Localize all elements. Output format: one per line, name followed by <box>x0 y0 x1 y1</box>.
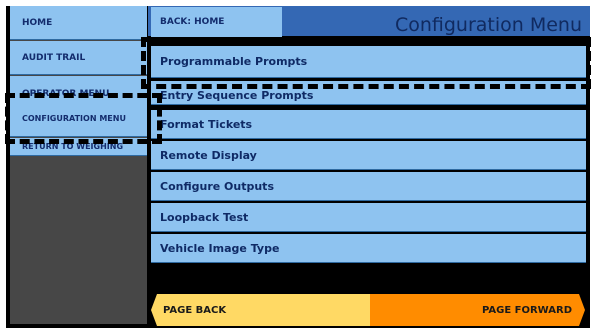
menu-item-label: Remote Display <box>160 148 257 162</box>
page-forward-button[interactable]: PAGE FORWARD <box>370 294 585 326</box>
sidebar-item-label: OPERATOR MENU <box>22 88 110 99</box>
menu-item-programmable-prompts[interactable]: Programmable Prompts <box>151 46 586 78</box>
menu-item-entry-sequence-prompts[interactable]: Entry Sequence Prompts <box>151 81 586 105</box>
menu-item-label: Programmable Prompts <box>160 55 308 68</box>
back-button-label: BACK: HOME <box>160 17 225 27</box>
menu-item-label: Configure Outputs <box>160 179 274 193</box>
menu-item-loopback-test[interactable]: Loopback Test <box>151 203 586 232</box>
page-back-button[interactable]: PAGE BACK <box>151 294 370 326</box>
page-title: Configuration Menu <box>394 14 582 36</box>
menu-item-format-tickets[interactable]: Format Tickets <box>151 110 586 139</box>
sidebar-item-audit-trail[interactable]: AUDIT TRAIL <box>10 41 147 75</box>
menu-item-label: Entry Sequence Prompts <box>160 89 314 102</box>
page-back-label: PAGE BACK <box>163 304 227 316</box>
sidebar-item-label: HOME <box>22 17 53 28</box>
sidebar-item-label: CONFIGURATION MENU <box>22 114 126 123</box>
menu-item-configure-outputs[interactable]: Configure Outputs <box>151 172 586 201</box>
sidebar-item-home[interactable]: HOME <box>10 6 147 40</box>
menu-item-label: Loopback Test <box>160 210 249 224</box>
back-home-button[interactable]: BACK: HOME <box>151 7 282 37</box>
sidebar-item-return-to-weighing[interactable]: RETURN TO WEIGHING <box>10 138 147 156</box>
menu-item-label: Vehicle Image Type <box>160 241 280 255</box>
sidebar-item-configuration-menu[interactable]: CONFIGURATION MENU <box>10 101 147 137</box>
menu-item-remote-display[interactable]: Remote Display <box>151 141 586 170</box>
menu-item-label: Format Tickets <box>160 117 253 131</box>
sidebar-item-label: RETURN TO WEIGHING <box>22 142 124 151</box>
page-forward-label: PAGE FORWARD <box>481 304 572 316</box>
menu-item-vehicle-image-type[interactable]: Vehicle Image Type <box>151 234 586 263</box>
sidebar-item-label: AUDIT TRAIL <box>22 52 86 63</box>
